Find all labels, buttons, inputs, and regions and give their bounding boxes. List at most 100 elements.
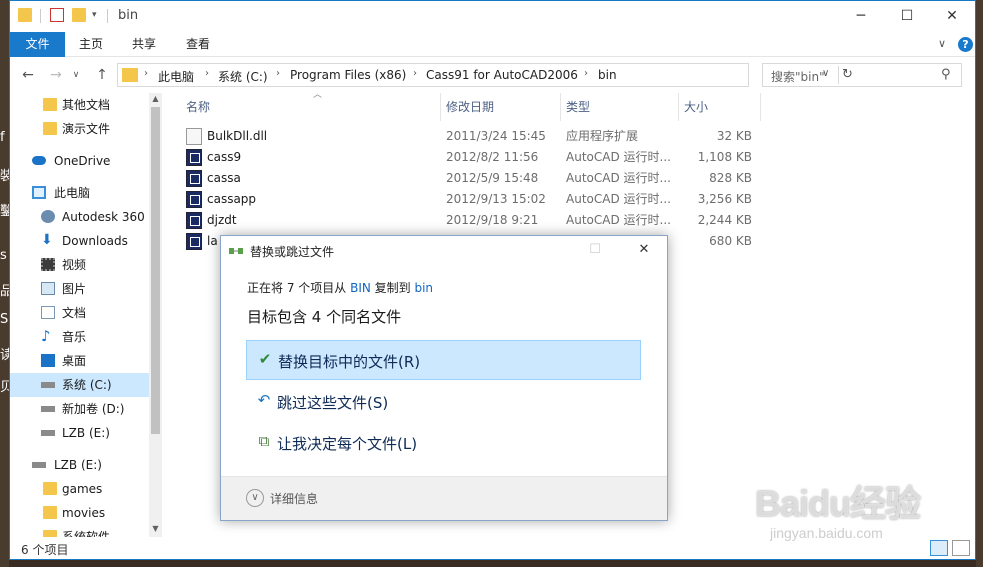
computer-icon (32, 186, 46, 199)
tab-home[interactable]: 主页 (70, 32, 112, 57)
up-arrow-icon[interactable]: ↑ (92, 65, 112, 85)
drive-icon (41, 430, 55, 436)
folder-icon (122, 68, 138, 82)
breadcrumb-bin[interactable]: bin (598, 68, 617, 82)
picture-icon (41, 282, 55, 295)
sidebar-item-movies[interactable]: movies (10, 501, 150, 525)
sidebar-item-this-pc[interactable]: 此电脑 (10, 181, 150, 205)
sidebar-item-games[interactable]: games (10, 477, 150, 501)
tab-view[interactable]: 查看 (176, 32, 220, 57)
column-header-name[interactable]: 名称 (186, 93, 210, 121)
sidebar-item-downloads[interactable]: ⬇ Downloads (10, 229, 150, 253)
sidebar-scrollbar[interactable]: ▲ ▼ (149, 93, 162, 537)
scroll-down-icon[interactable]: ▼ (149, 523, 162, 535)
folder-icon (18, 8, 32, 22)
more-details-link[interactable]: 详细信息 (270, 490, 318, 507)
recent-locations-icon[interactable]: ∨ (66, 65, 86, 85)
file-name: cassapp (207, 192, 257, 206)
file-row[interactable]: cassapp 2012/9/13 15:02 AutoCAD 运行时... 3… (176, 189, 776, 210)
chevron-down-icon[interactable]: ▾ (92, 8, 106, 22)
arx-file-icon (186, 170, 202, 187)
sidebar-item-videos[interactable]: 视频 (10, 253, 150, 277)
title-bar: ▾ bin ─ ☐ ✕ (10, 1, 975, 32)
file-row[interactable]: cass9 2012/8/2 11:56 AutoCAD 运行时... 1,10… (176, 147, 776, 168)
decide-each-file-option[interactable]: ⧉ 让我决定每个文件(L) (246, 423, 641, 463)
sidebar-item-lzb-e[interactable]: LZB (E:) (10, 421, 150, 445)
sidebar-item-desktop[interactable]: 桌面 (10, 349, 150, 373)
file-type: AutoCAD 运行时... (566, 192, 671, 206)
new-folder-icon[interactable] (72, 8, 86, 22)
tab-share[interactable]: 共享 (122, 32, 166, 57)
file-date: 2012/5/9 15:48 (446, 171, 539, 185)
dialog-maximize-button[interactable]: ☐ (582, 240, 608, 260)
ribbon-expand-icon[interactable]: ∨ (938, 37, 946, 50)
file-name: la (207, 234, 218, 248)
drive-icon (41, 406, 55, 412)
scrollbar-thumb[interactable] (151, 107, 160, 434)
folder-icon (43, 506, 57, 519)
file-row[interactable]: BulkDll.dll 2011/3/24 15:45 应用程序扩展 32 KB (176, 126, 776, 147)
folder-icon (43, 98, 57, 111)
sidebar-item-documents[interactable]: 文档 (10, 301, 150, 325)
sidebar-item-autodesk-360[interactable]: Autodesk 360 (10, 205, 150, 229)
file-date: 2011/3/24 15:45 (446, 129, 546, 143)
sidebar-item-music[interactable]: ♪ 音乐 (10, 325, 150, 349)
watermark-url: jingyan.baidu.com (770, 525, 883, 541)
dialog-close-button[interactable]: ✕ (631, 240, 657, 260)
search-placeholder: 搜索"bin" (771, 70, 825, 84)
column-header-type[interactable]: 类型 (566, 93, 590, 121)
music-icon: ♪ (41, 327, 51, 345)
breadcrumb-program-files[interactable]: Program Files (x86) (290, 68, 406, 82)
address-bar[interactable]: › 此电脑 › 系统 (C:) › Program Files (x86) › … (117, 63, 853, 87)
autodesk-icon (41, 210, 55, 223)
conflict-summary: 目标包含 4 个同名文件 (247, 308, 402, 326)
properties-icon[interactable] (50, 8, 64, 22)
sidebar-item-system-c[interactable]: 系统 (C:) (10, 373, 150, 397)
sidebar-item-system-software[interactable]: 系统软件 (10, 525, 150, 537)
tab-file[interactable]: 文件 (10, 32, 65, 57)
file-size: 1,108 KB (697, 150, 752, 164)
close-button[interactable]: ✕ (929, 1, 975, 32)
search-input[interactable]: 搜索"bin" ⚲ (762, 63, 962, 87)
replace-files-option[interactable]: ✔ 替换目标中的文件(R) (246, 340, 641, 380)
file-row[interactable]: djzdt 2012/9/18 9:21 AutoCAD 运行时... 2,24… (176, 210, 776, 231)
column-header-size[interactable]: 大小 (684, 93, 708, 121)
chevron-down-icon[interactable]: ∨ (246, 489, 264, 507)
file-row[interactable]: cassa 2012/5/9 15:48 AutoCAD 运行时... 828 … (176, 168, 776, 189)
sidebar-item-new-volume-d[interactable]: 新加卷 (D:) (10, 397, 150, 421)
file-size: 2,244 KB (697, 213, 752, 227)
breadcrumb-cass91[interactable]: Cass91 for AutoCAD2006 (426, 68, 578, 82)
compare-files-icon: ⧉ (258, 432, 270, 450)
checkmark-icon: ✔ (258, 350, 272, 368)
undo-arrow-icon: ↶ (257, 391, 271, 409)
destination-folder-link[interactable]: bin (414, 281, 433, 295)
cloud-icon (32, 156, 46, 165)
back-arrow-icon[interactable]: ← (18, 65, 38, 85)
forward-arrow-icon[interactable]: → (46, 65, 66, 85)
file-size: 680 KB (709, 234, 752, 248)
breadcrumb-this-pc[interactable]: 此电脑 (158, 68, 194, 85)
file-date: 2012/9/18 9:21 (446, 213, 539, 227)
folder-icon (43, 530, 57, 537)
drive-icon (41, 382, 55, 388)
help-icon[interactable]: ? (958, 37, 973, 52)
navigation-bar: ← → ∨ ↑ › 此电脑 › 系统 (C:) › Program Files … (10, 57, 975, 93)
sidebar-item-lzb-e-root[interactable]: LZB (E:) (10, 453, 150, 477)
maximize-button[interactable]: ☐ (884, 1, 930, 32)
sidebar-item-other-docs[interactable]: 其他文档 (10, 93, 150, 117)
copy-files-icon (229, 248, 243, 254)
scroll-up-icon[interactable]: ▲ (149, 93, 162, 105)
column-header-date[interactable]: 修改日期 (446, 93, 494, 121)
sidebar-item-pictures[interactable]: 图片 (10, 277, 150, 301)
copy-progress-text: 正在将 7 个项目从 BIN 复制到 bin (247, 281, 434, 295)
skip-files-option[interactable]: ↶ 跳过这些文件(S) (246, 382, 641, 422)
source-folder-link[interactable]: BIN (350, 281, 371, 295)
minimize-button[interactable]: ─ (838, 1, 884, 32)
file-date: 2012/9/13 15:02 (446, 192, 546, 206)
sort-ascending-icon: ︿ (313, 90, 323, 100)
ribbon-tabs: 文件 主页 共享 查看 ∨ ? (10, 32, 975, 57)
breadcrumb-system-c[interactable]: 系统 (C:) (218, 68, 268, 85)
sidebar-item-demo-files[interactable]: 演示文件 (10, 117, 150, 141)
sidebar-item-onedrive[interactable]: OneDrive (10, 149, 150, 173)
arx-file-icon (186, 233, 202, 250)
